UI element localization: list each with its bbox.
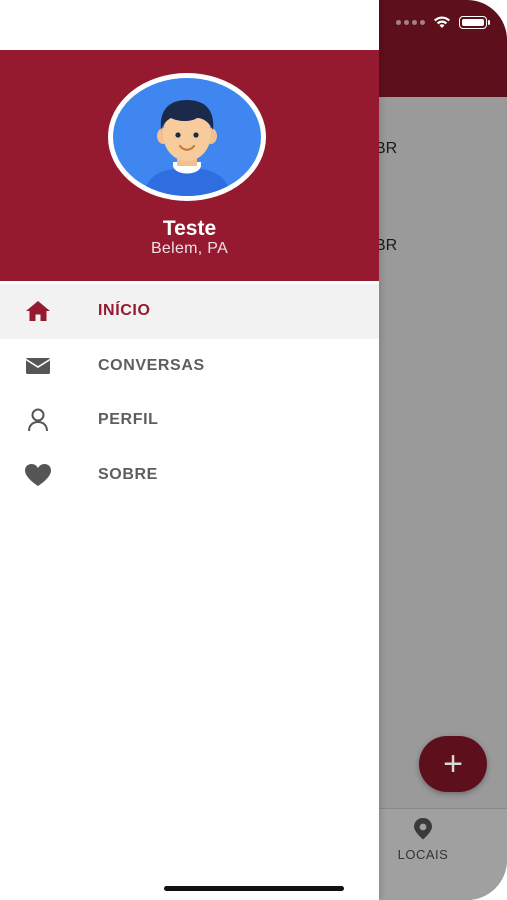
- wifi-icon: [434, 16, 450, 28]
- menu-item-label: INÍCIO: [98, 302, 151, 320]
- menu-item-perfil[interactable]: PERFIL: [0, 393, 379, 448]
- home-indicator[interactable]: [164, 886, 344, 891]
- drawer-menu: INÍCIO CONVERSAS PERFIL SOBRE: [0, 284, 379, 502]
- user-location: Belem, PA: [150, 240, 229, 257]
- user-name: Teste: [162, 217, 217, 240]
- menu-item-inicio[interactable]: INÍCIO: [0, 284, 379, 339]
- mail-icon: [24, 352, 52, 380]
- tab-locais-label: LOCAIS: [397, 847, 449, 862]
- menu-item-conversas[interactable]: CONVERSAS: [0, 339, 379, 394]
- add-button[interactable]: +: [419, 736, 487, 792]
- navigation-drawer: Teste Belem, PA INÍCIO CONVERSAS PERFIL …: [0, 0, 379, 900]
- menu-item-label: PERFIL: [98, 411, 159, 429]
- menu-item-label: CONVERSAS: [98, 356, 205, 374]
- signal-icon: [396, 19, 425, 25]
- location-pin-icon: [414, 818, 432, 840]
- home-icon: [24, 297, 52, 325]
- menu-item-sobre[interactable]: SOBRE: [0, 448, 379, 503]
- person-icon: [24, 406, 52, 434]
- screen: BR BR + LOCAIS Teste Belem, PA INÍCIO CO…: [0, 0, 507, 900]
- battery-icon: [459, 15, 490, 29]
- menu-item-label: SOBRE: [98, 465, 158, 483]
- tab-locais[interactable]: LOCAIS: [395, 817, 451, 862]
- user-avatar-icon: [113, 78, 261, 196]
- heart-icon: [24, 461, 52, 489]
- plus-icon: +: [443, 745, 463, 783]
- avatar[interactable]: [108, 73, 266, 201]
- status-bar-icons: [396, 15, 490, 29]
